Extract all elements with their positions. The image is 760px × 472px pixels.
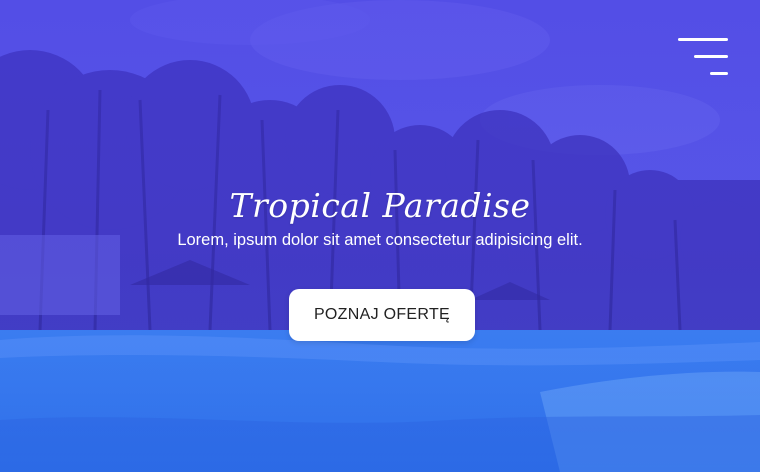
offer-button[interactable]: POZNAJ OFERTĘ bbox=[289, 289, 475, 341]
menu-bar-middle bbox=[694, 55, 728, 58]
hero-section: Tropical Paradise Lorem, ipsum dolor sit… bbox=[0, 0, 760, 472]
hero-content: Tropical Paradise Lorem, ipsum dolor sit… bbox=[0, 183, 760, 251]
hero-title: Tropical Paradise bbox=[229, 186, 531, 225]
menu-bar-bottom bbox=[710, 72, 728, 75]
hero-subtitle: Lorem, ipsum dolor sit amet consectetur … bbox=[177, 231, 583, 249]
menu-bar-top bbox=[678, 38, 728, 41]
hamburger-menu-icon[interactable] bbox=[678, 38, 728, 78]
